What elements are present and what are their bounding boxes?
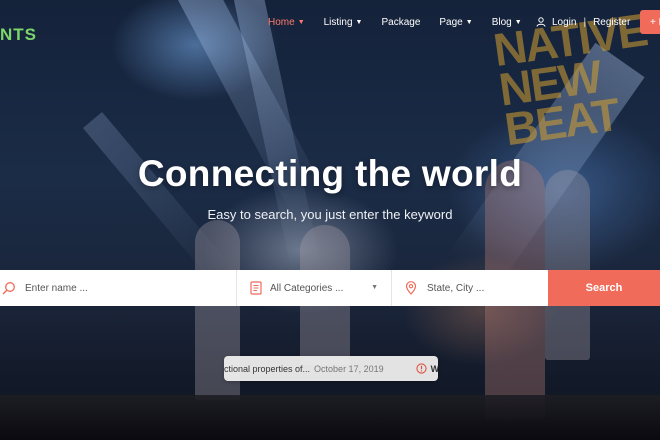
hero-subtitle: Easy to search, you just enter the keywo… [207, 207, 453, 222]
auth-separator: | [583, 16, 587, 28]
search-bar: All Categories ... ▼ Search [0, 270, 660, 306]
location-search-input[interactable] [425, 281, 561, 295]
login-link[interactable]: Login [552, 17, 576, 28]
notification-next-title: W [430, 363, 438, 374]
search-icon [2, 282, 15, 295]
chevron-down-icon: ▼ [355, 18, 363, 26]
chevron-down-icon: ▼ [371, 284, 378, 291]
nav-item-label: Listing [323, 16, 353, 28]
nav-item-page[interactable]: Page ▼ [439, 14, 472, 30]
nav-item-label: Blog [491, 16, 512, 28]
user-icon [536, 17, 546, 27]
map-pin-icon [405, 281, 417, 295]
name-search-field [0, 270, 237, 306]
nav-item-label: Package [381, 16, 421, 28]
search-button[interactable]: Search [548, 270, 660, 306]
background-sign: NATIVE NEW BEAT [490, 3, 650, 156]
nav-item-label: Page [439, 16, 463, 28]
category-select-value: All Categories ... [270, 282, 344, 294]
nav-item-listing[interactable]: Listing ▼ [324, 14, 363, 30]
info-circle-icon [415, 363, 427, 374]
notification-date: October 17, 2019 [314, 363, 384, 374]
add-listing-button[interactable]: + L [640, 10, 660, 34]
list-document-icon [250, 281, 262, 295]
nav-item-label: Home [268, 16, 295, 28]
name-search-input[interactable] [23, 281, 187, 295]
notification-title: ctional properties of... [224, 363, 311, 374]
site-logo[interactable]: NTS [0, 22, 37, 48]
stage-floor [0, 395, 660, 440]
nav-item-package[interactable]: Package [381, 14, 420, 30]
main-navigation: Home ▼ Listing ▼ Package Page ▼ Blog ▼ [268, 14, 541, 30]
auth-links: Login | Register [536, 14, 630, 30]
hero-title: Connecting the world [137, 153, 523, 194]
register-link[interactable]: Register [593, 17, 630, 28]
category-select[interactable]: All Categories ... ▼ [237, 270, 392, 306]
notification-ticker[interactable]: ctional properties of... October 17, 201… [224, 356, 438, 381]
chevron-down-icon: ▼ [465, 18, 473, 26]
location-search-field [392, 270, 561, 306]
chevron-down-icon: ▼ [514, 18, 522, 26]
performer-figure [545, 170, 590, 360]
nav-item-blog[interactable]: Blog ▼ [492, 14, 522, 30]
nav-item-home[interactable]: Home ▼ [268, 14, 305, 30]
chevron-down-icon: ▼ [297, 18, 305, 26]
